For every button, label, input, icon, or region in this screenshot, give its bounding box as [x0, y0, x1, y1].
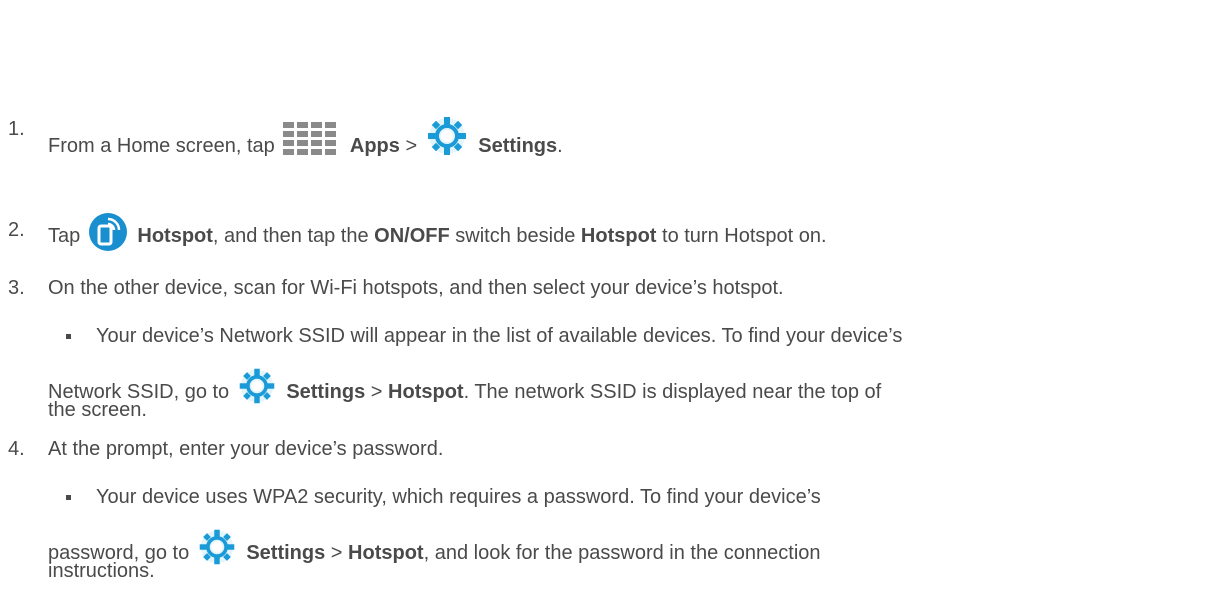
- step-3-bullet: Your device’s Network SSID will appear i…: [48, 324, 1216, 424]
- step-4: 4.: [8, 437, 25, 461]
- step-1-text: From a Home screen, tap Apps > Settings.: [48, 114, 563, 164]
- hotspot-icon: [88, 212, 128, 258]
- settings-gear-icon: [197, 527, 237, 573]
- bullet-line-1: Your device’s Network SSID will appear i…: [96, 325, 903, 347]
- bullet-line-3: instructions.: [48, 560, 155, 582]
- step-2: 2.: [8, 218, 25, 242]
- step-number: 3.: [8, 277, 25, 299]
- settings-gear-icon: [425, 114, 469, 164]
- step-4-bullet: Your device uses WPA2 security, which re…: [48, 485, 1216, 589]
- step-3: 3.: [8, 276, 25, 300]
- apps-grid-icon: [282, 122, 340, 162]
- step-number: 1.: [8, 118, 25, 140]
- step-1: 1.: [8, 117, 25, 141]
- bullet-line-3: the screen.: [48, 399, 147, 421]
- step-number: 2.: [8, 219, 25, 241]
- bullet-line-1: Your device uses WPA2 security, which re…: [96, 486, 821, 508]
- bullet-line-2: Network SSID, go to Settings > Hotspot. …: [48, 366, 899, 412]
- step-2-text: Tap Hotspot, and then tap the ON/OFF swi…: [48, 212, 827, 258]
- settings-gear-icon: [237, 366, 277, 412]
- step-4-text: At the prompt, enter your device’s passw…: [48, 438, 444, 460]
- step-3-text: On the other device, scan for Wi-Fi hots…: [48, 277, 784, 299]
- step-number: 4.: [8, 438, 25, 460]
- bullet-line-2: password, go to Settings > Hotspot, and …: [48, 527, 821, 573]
